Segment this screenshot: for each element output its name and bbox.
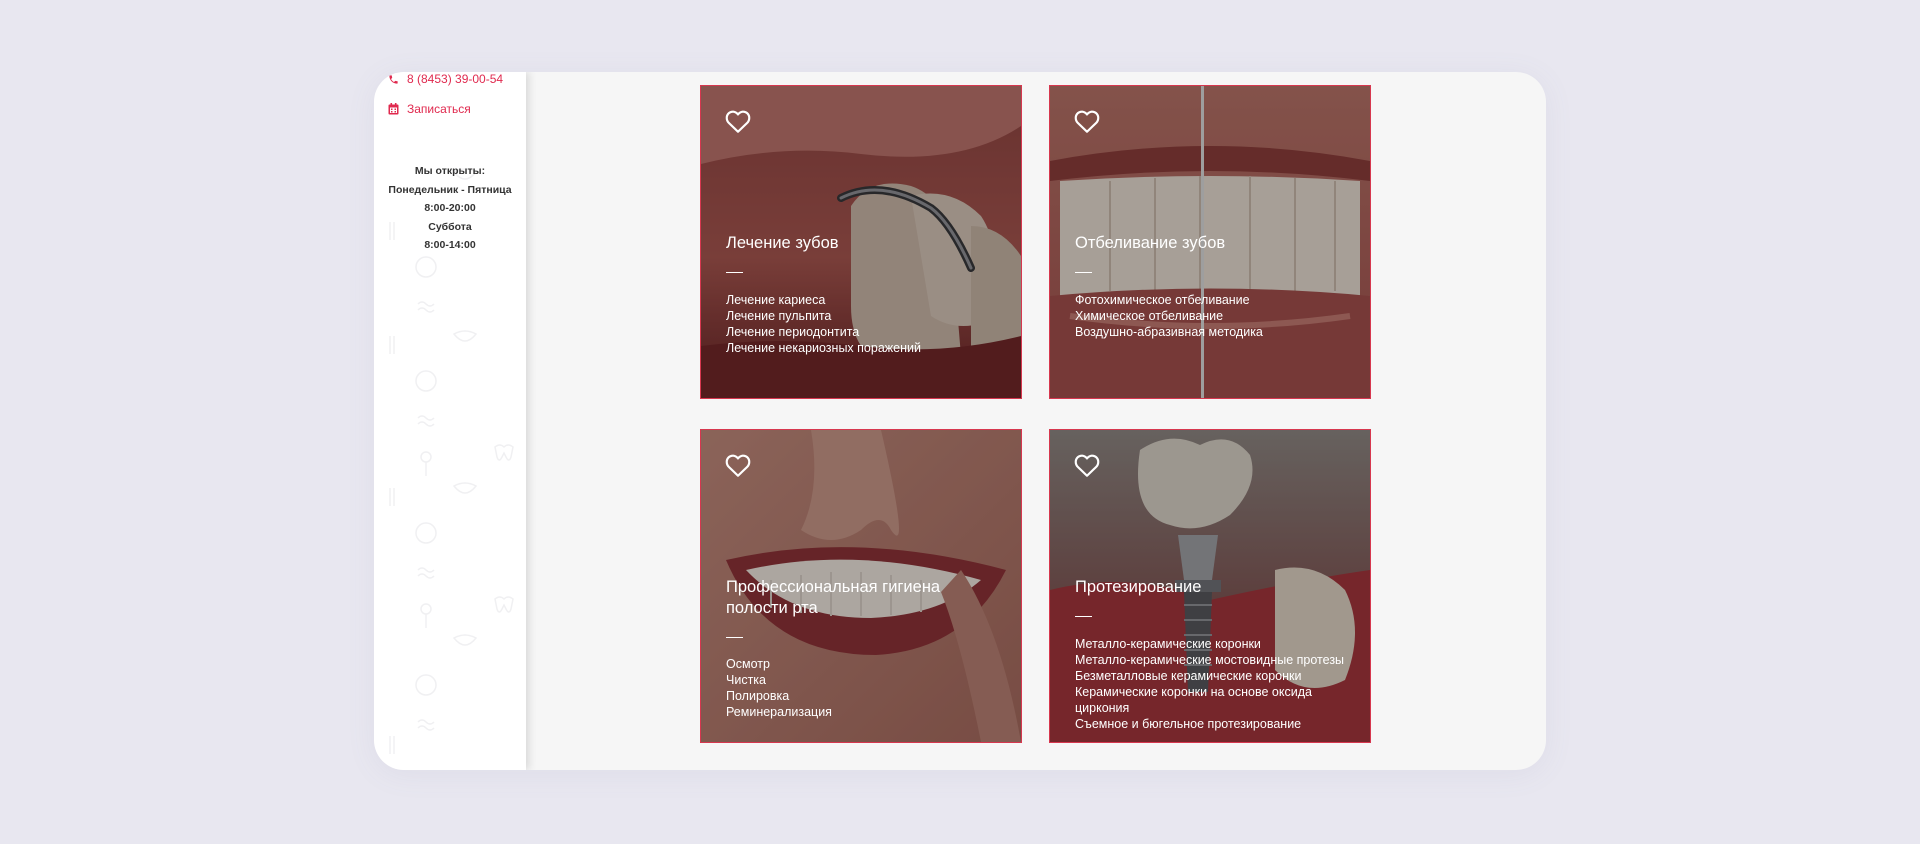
service-card-hygiene[interactable]: Профессиональная гигиена полости рта Осм… <box>700 429 1022 743</box>
book-label: Записаться <box>407 102 471 116</box>
list-item: Осмотр <box>726 657 770 671</box>
phone-number: 8 (8453) 39-00-54 <box>407 72 504 86</box>
phone-icon <box>388 74 399 85</box>
hours-heading: Мы открыты: <box>414 165 486 177</box>
calendar-icon <box>388 103 399 115</box>
book-appointment-link[interactable]: Записаться <box>388 102 471 116</box>
service-items: Металло-керамические коронки Металло-кер… <box>1075 636 1345 732</box>
list-item: Фотохимическое отбеливание <box>1075 293 1250 307</box>
services-grid: Лечение зубов Лечение кариеса Лечение пу… <box>526 72 1546 770</box>
title-divider <box>1075 616 1092 617</box>
title-divider <box>726 272 743 273</box>
title-divider <box>726 637 743 638</box>
sidebar: 8 (8453) 39-00-54 Записаться Мы открыты:… <box>374 72 526 770</box>
list-item: Лечение кариеса <box>726 293 826 307</box>
opening-hours: Мы открыты: Понедельник - Пятница 8:00-2… <box>374 162 526 255</box>
service-items: Фотохимическое отбеливание Химическое от… <box>1075 292 1345 340</box>
list-item: Воздушно-абразивная методика <box>1075 325 1263 339</box>
service-title: Лечение зубов <box>726 234 839 252</box>
heart-icon[interactable] <box>1074 454 1100 483</box>
service-items: Осмотр Чистка Полировка Реминерализация <box>726 656 996 720</box>
list-item: Лечение пульпита <box>726 309 832 323</box>
list-item: Лечение некариозных поражений <box>726 341 921 355</box>
service-card-treatment[interactable]: Лечение зубов Лечение кариеса Лечение пу… <box>700 85 1022 399</box>
list-item: Лечение периодонтита <box>726 325 860 339</box>
list-item: Полировка <box>726 689 790 703</box>
hours-saturday: Суббота <box>428 220 472 233</box>
list-item: Металло-керамические мостовидные протезы <box>1075 653 1345 667</box>
app-window: 8 (8453) 39-00-54 Записаться Мы открыты:… <box>374 72 1546 770</box>
service-items: Лечение кариеса Лечение пульпита Лечение… <box>726 292 996 356</box>
list-item: Химическое отбеливание <box>1075 309 1224 323</box>
service-title: Профессиональная гигиена полости рта <box>726 578 941 617</box>
service-title: Протезирование <box>1075 578 1202 596</box>
list-item: Металло-керамические коронки <box>1075 637 1261 651</box>
hours-weekday-time: 8:00-20:00 <box>424 202 476 214</box>
list-item: Реминерализация <box>726 705 832 719</box>
list-item: Съемное и бюгельное протезирование <box>1075 717 1302 731</box>
hours-saturday-time: 8:00-14:00 <box>424 239 476 251</box>
service-title: Отбеливание зубов <box>1075 234 1226 252</box>
heart-icon[interactable] <box>1074 110 1100 139</box>
service-card-whitening[interactable]: Отбеливание зубов Фотохимическое отбелив… <box>1049 85 1371 399</box>
heart-icon[interactable] <box>725 110 751 139</box>
service-card-prosthetics[interactable]: Протезирование Металло-керамические коро… <box>1049 429 1371 743</box>
hours-weekdays: Понедельник - Пятница <box>388 183 512 196</box>
phone-link[interactable]: 8 (8453) 39-00-54 <box>388 72 503 86</box>
title-divider <box>1075 272 1092 273</box>
list-item: Чистка <box>726 673 766 687</box>
heart-icon[interactable] <box>725 454 751 483</box>
list-item: Керамические коронки на основе оксида ци… <box>1075 685 1312 715</box>
list-item: Безметалловые керамические коронки <box>1075 669 1302 683</box>
